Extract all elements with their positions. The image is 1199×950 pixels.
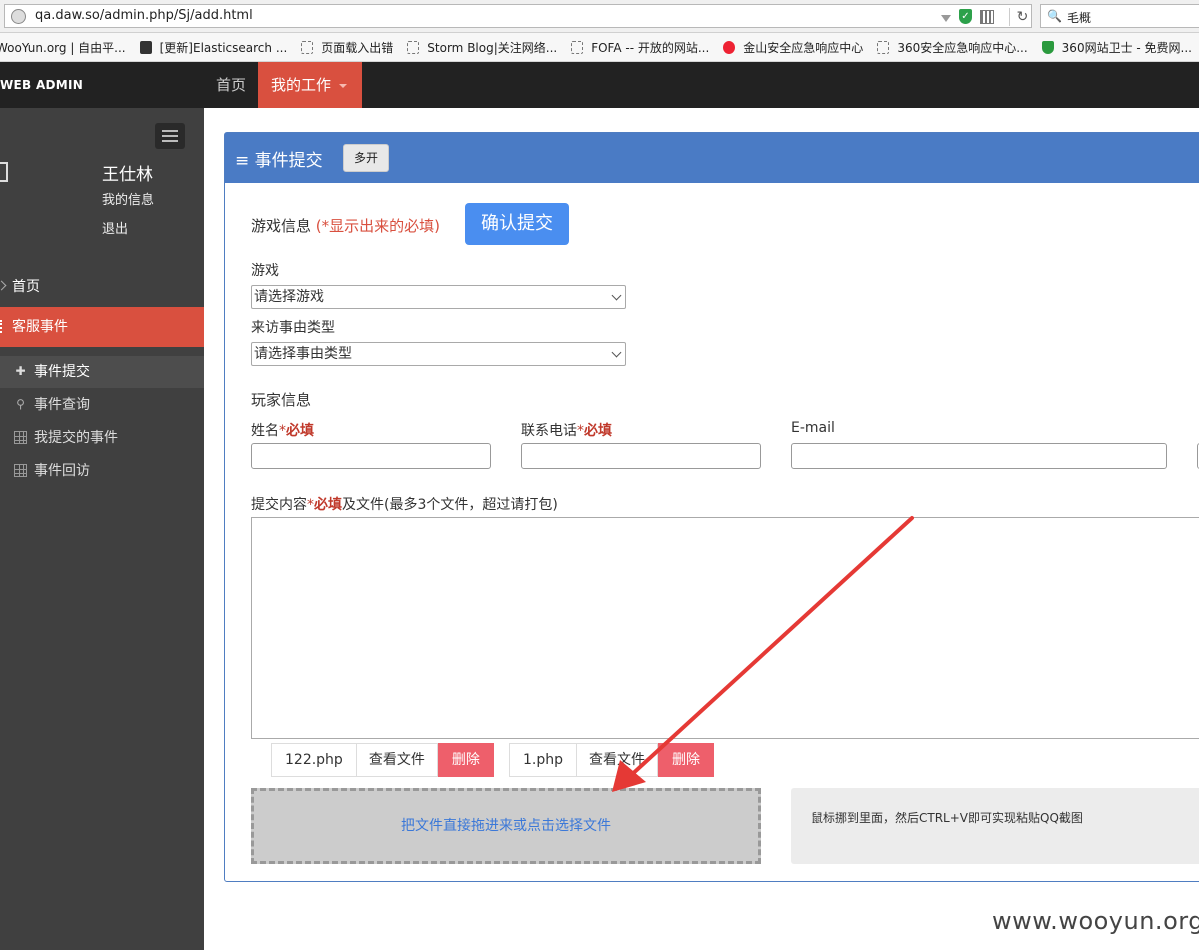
shield-icon — [1041, 40, 1054, 54]
bookmark-load-error[interactable]: 页面载入出错 — [301, 39, 393, 56]
reason-select-value: 请选择事由类型 — [254, 346, 352, 362]
url-text[interactable]: qa.daw.so/admin.php/Sj/add.html — [35, 8, 253, 23]
url-dropdown-icon[interactable] — [941, 14, 951, 22]
required-mark: * — [279, 423, 286, 439]
plus-icon: ✚ — [15, 364, 26, 378]
chevron-right-icon — [0, 280, 7, 291]
sidebar-item-label: 首页 — [12, 279, 40, 295]
phone-field[interactable] — [521, 443, 761, 469]
blank-page-icon — [407, 40, 420, 54]
player-info-title: 玩家信息 — [251, 391, 312, 409]
delete-file-button[interactable]: 删除 — [658, 743, 715, 777]
browser-search-input[interactable]: 🔍 毛概 — [1040, 4, 1199, 28]
globe-icon — [11, 9, 26, 24]
bookmark-elasticsearch[interactable]: [更新]Elasticsearch ... — [139, 39, 287, 56]
reload-icon[interactable]: ↻ — [1009, 8, 1035, 26]
logout-link[interactable]: 退出 — [102, 218, 128, 237]
view-file-button[interactable]: 查看文件 — [356, 743, 438, 777]
sidebar-item-customer-events[interactable]: 客服事件 — [0, 307, 204, 347]
bookmarks-bar: WooYun.org | 自由平... [更新]Elasticsearch ..… — [0, 33, 1199, 62]
nav-home[interactable]: 首页 — [204, 62, 258, 108]
search-icon: 🔍 — [1047, 9, 1062, 23]
blank-page-icon — [301, 40, 314, 54]
phone-label: 联系电话*必填 — [521, 423, 612, 439]
blank-page-icon — [571, 40, 584, 54]
content-textarea[interactable] — [251, 517, 1199, 739]
avatar — [0, 162, 8, 182]
sidebar-sub-query-event[interactable]: ⚲ 事件查询 — [0, 389, 204, 421]
my-info-link[interactable]: 我的信息 — [102, 189, 154, 208]
list-icon — [0, 320, 4, 333]
brand-logo[interactable]: WEB ADMIN — [0, 78, 83, 92]
file-chip: 122.php 查看文件 删除 — [271, 743, 494, 777]
bookmark-favicon-icon — [139, 40, 152, 54]
file-name: 122.php — [271, 743, 357, 777]
file-chip: 1.php 查看文件 删除 — [509, 743, 715, 777]
chevron-down-icon — [611, 290, 622, 301]
sidebar-item-label: 客服事件 — [12, 319, 68, 335]
bookmark-fofa[interactable]: FOFA -- 开放的网站... — [571, 39, 709, 56]
reason-type-label: 来访事由类型 — [251, 320, 335, 336]
kingsoft-logo-icon — [723, 40, 736, 54]
browser-search-text[interactable]: 毛概 — [1067, 9, 1091, 26]
search-icon: ⚲ — [16, 397, 25, 411]
game-info-title: 游戏信息 (*显示出来的必填) — [251, 217, 441, 235]
menu-toggle-icon[interactable] — [155, 123, 185, 149]
email-field[interactable] — [791, 443, 1167, 469]
confirm-submit-button[interactable]: 确认提交 — [465, 203, 569, 245]
file-dropzone[interactable]: 把文件直接拖进来或点击选择文件 — [251, 788, 761, 864]
required-text: 必填 — [286, 423, 314, 439]
delete-file-button[interactable]: 删除 — [437, 743, 494, 777]
nav-my-work[interactable]: 我的工作 — [258, 62, 362, 108]
caret-down-icon — [339, 83, 348, 88]
sidebar-sub-label: 事件查询 — [34, 397, 90, 413]
top-navbar: WEB ADMIN 首页 我的工作 — [0, 62, 1199, 108]
bookmark-360-security[interactable]: 360安全应急响应中心... — [877, 39, 1028, 56]
required-text: 必填 — [584, 423, 612, 439]
event-submit-panel: ≡ 事件提交 多开 游戏信息 (*显示出来的必填) 确认提交 游戏 请选择游戏 … — [224, 132, 1199, 882]
content-label: 提交内容*必填及文件(最多3个文件，超过请打包) — [251, 497, 558, 513]
shield-icon[interactable]: ✓ — [959, 9, 972, 24]
reason-type-select[interactable]: 请选择事由类型 — [251, 342, 626, 366]
required-text: 必填 — [314, 497, 342, 513]
required-mark: * — [307, 497, 314, 513]
sidebar-sub-label: 我提交的事件 — [34, 430, 118, 446]
bookmark-kingsoft[interactable]: 金山安全应急响应中心 — [723, 39, 863, 56]
sidebar-sub-label: 事件提交 — [34, 364, 90, 380]
sidebar-sub-submit-event[interactable]: ✚ 事件提交 — [0, 356, 204, 388]
game-select[interactable]: 请选择游戏 — [251, 285, 626, 309]
view-file-button[interactable]: 查看文件 — [577, 743, 659, 777]
panel-header: ≡ 事件提交 多开 — [225, 133, 1199, 183]
sidebar-item-home[interactable]: 首页 — [0, 275, 204, 305]
sidebar: 王仕林 我的信息 退出 首页 客服事件 ✚ 事件提交 ⚲ 事件查询 我提交的事件… — [0, 108, 204, 950]
name-label: 姓名*必填 — [251, 423, 314, 439]
grid-icon — [14, 464, 27, 477]
sidebar-sub-revisit[interactable]: 事件回访 — [0, 455, 204, 487]
sidebar-sub-my-events[interactable]: 我提交的事件 — [0, 422, 204, 454]
chevron-down-icon — [611, 347, 622, 358]
file-name: 1.php — [509, 743, 578, 777]
required-note: (*显示出来的必填) — [315, 217, 441, 235]
game-label: 游戏 — [251, 263, 279, 279]
address-bar[interactable]: qa.daw.so/admin.php/Sj/add.html ✓ ↻ — [4, 4, 1032, 28]
grid-icon — [14, 431, 27, 444]
bookmark-360-wangzhan[interactable]: 360网站卫士 - 免费网... — [1041, 39, 1192, 56]
watermark: www.wooyun.org — [992, 907, 1199, 935]
blank-page-icon — [877, 40, 890, 54]
required-mark: * — [577, 423, 584, 439]
qr-code-icon[interactable] — [980, 9, 994, 24]
browser-toolbar: qa.daw.so/admin.php/Sj/add.html ✓ ↻ 🔍 毛概 — [0, 0, 1199, 33]
sidebar-sub-label: 事件回访 — [34, 463, 90, 479]
game-select-value: 请选择游戏 — [254, 289, 324, 305]
paste-screenshot-area[interactable]: 鼠标挪到里面，然后CTRL+V即可实现粘贴QQ截图 — [791, 788, 1199, 864]
nav-my-work-label: 我的工作 — [271, 76, 332, 94]
user-name: 王仕林 — [102, 165, 153, 185]
email-label: E-mail — [791, 420, 835, 436]
bookmark-storm-blog[interactable]: Storm Blog|关注网络... — [407, 39, 557, 56]
bookmark-wooyun[interactable]: WooYun.org | 自由平... — [0, 39, 126, 56]
name-field[interactable] — [251, 443, 491, 469]
multi-open-button[interactable]: 多开 — [343, 144, 389, 172]
main-content: ≡ 事件提交 多开 游戏信息 (*显示出来的必填) 确认提交 游戏 请选择游戏 … — [204, 108, 1199, 950]
panel-title: ≡ 事件提交 — [235, 151, 323, 171]
